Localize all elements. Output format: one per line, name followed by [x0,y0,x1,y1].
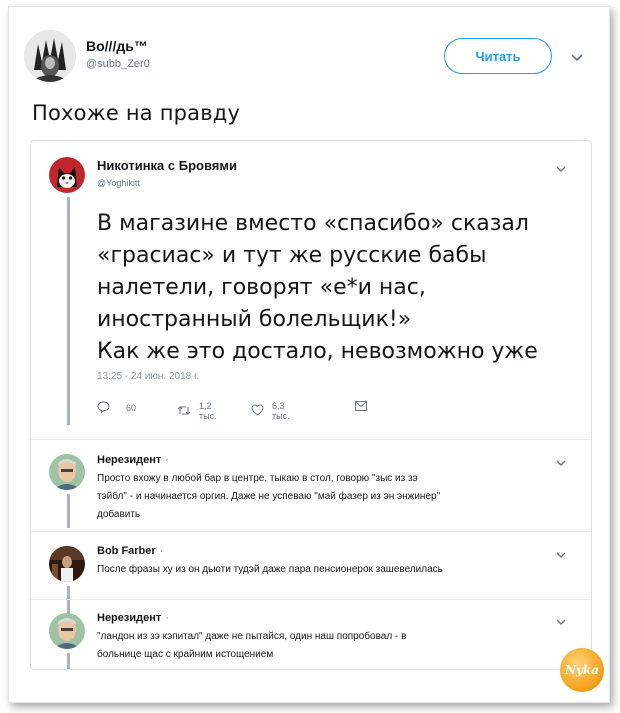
quoted-author-avatar[interactable] [49,157,85,193]
reply-text: "ландон из зэ кэпитал" даже не пытайся, … [97,628,557,664]
heart-icon [251,404,264,418]
reply-menu-chevron-down-icon[interactable] [555,614,569,625]
author-name[interactable]: Во///дь™ [86,38,148,54]
author-avatar[interactable] [24,30,76,82]
quoted-text-line: В магазине вместо «спасибо» сказал [97,211,529,236]
thread-connector [67,653,70,669]
quoted-tweet-text: В магазине вместо «спасибо» сказал «грас… [97,208,577,368]
reply-text-line: добавить [97,509,141,520]
quoted-author-handle[interactable]: @Yoghikitt [97,178,140,188]
reply-author-name[interactable]: Нерезидент · [97,454,169,466]
reply-author-avatar[interactable] [49,613,85,649]
chevron-down-icon[interactable] [570,50,584,62]
thread-connector [67,494,70,528]
quoted-timestamp[interactable]: 13:25 - 24 июн. 2018 г. [97,371,199,382]
retweet-icon [177,405,191,418]
author-handle[interactable]: @subb_Zer0 [86,58,150,70]
like-count: 6,3 тыс. [272,401,290,421]
quoted-text-line: Как же это достало, невозможно уже [97,339,538,364]
reply-author-avatar[interactable] [49,454,85,490]
reply-author-avatar[interactable] [49,546,85,582]
thread-connector [67,197,70,425]
quoted-menu-chevron-down-icon[interactable] [555,161,569,172]
reply-text-line: После фразы ху из он дьюти тудэй даже па… [97,564,443,575]
quoted-text-line: налетели, говорят «е*и нас, [97,275,426,300]
reply-text: Просто вхожу в любой бар в центре, тыкаю… [97,470,557,524]
reply-menu-chevron-down-icon[interactable] [555,455,569,466]
envelope-icon [355,401,367,413]
divider [31,599,591,600]
reply-text: После фразы ху из он дьюти тудэй даже па… [97,561,557,579]
quoted-author-name[interactable]: Никотинка с Бровями [97,158,237,173]
reply-author-name[interactable]: Нерезидент · [97,612,169,624]
reply-menu-chevron-down-icon[interactable] [555,547,569,558]
quoted-text-line: «грасиас» и тут же русские бабы [97,243,487,268]
like-action[interactable]: 6,3 тыс. [251,401,290,421]
reply-text-line: больнице щас с крайним истощением [97,649,274,660]
follow-button[interactable]: Читать [444,38,552,74]
quoted-text-line: иностранный болельщик!» [97,307,412,332]
reply-text-line: тэйбл" - и начинается оргия. Даже не усп… [97,491,441,502]
reply-icon [97,401,110,415]
reply-count: 60 [126,403,137,413]
tweet-text: Похоже на правду [32,101,241,125]
reply-author-name[interactable]: Bob Farber · [97,545,163,557]
divider [31,439,591,440]
watermark-logo: Nyka [560,648,604,692]
divider [31,531,591,532]
reply-text-line: "ландон из зэ кэпитал" даже не пытайся, … [97,631,407,642]
message-action[interactable] [355,401,367,413]
quoted-thread[interactable]: Никотинка с Бровями @Yoghikitt В магазин… [30,140,592,670]
reply-text-line: Просто вхожу в любой бар в центре, тыкаю… [97,473,418,484]
retweet-action[interactable]: 1,2 тыс. [177,401,217,421]
thread-connector [67,586,70,614]
reply-action[interactable]: 60 [97,401,136,415]
tweet-header: Во///дь™ @subb_Zer0 Читать [24,30,594,90]
retweet-count: 1,2 тыс. [199,401,217,421]
